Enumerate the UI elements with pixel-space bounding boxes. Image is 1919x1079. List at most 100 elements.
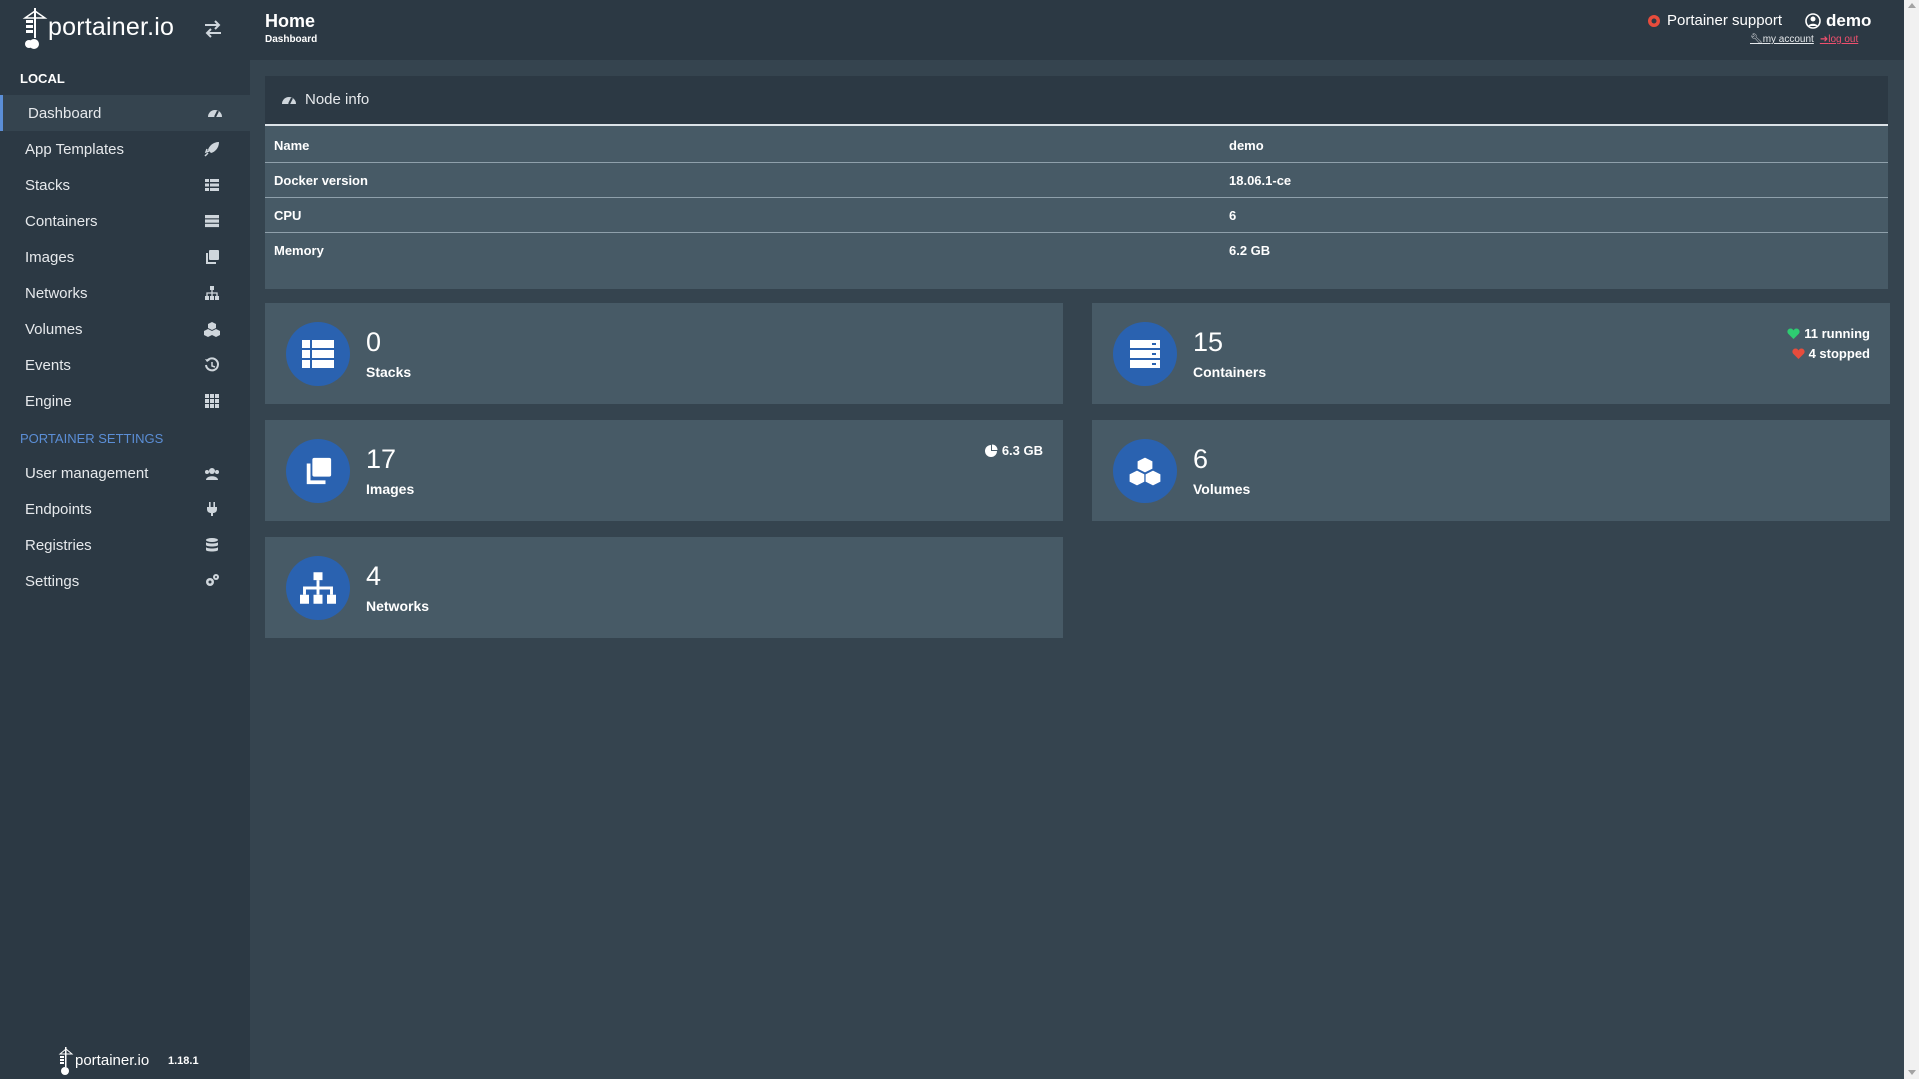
- tile-icon-circle: [1113, 439, 1177, 503]
- th-list-icon: [302, 340, 334, 368]
- log-out-link[interactable]: ➜log out: [1820, 34, 1858, 45]
- exchange-arrows-icon[interactable]: [203, 20, 223, 38]
- user-menu[interactable]: demo: [1805, 11, 1871, 31]
- row-key: CPU: [274, 208, 302, 223]
- top-header: Home Dashboard Portainer support demo 🔧︎…: [250, 0, 1919, 60]
- volumes-tile[interactable]: 6 Volumes: [1092, 420, 1890, 521]
- sidebar-item-label: Containers: [25, 212, 98, 230]
- containers-status: 11 running 4 stopped: [1787, 324, 1870, 364]
- sidebar-item-label: Engine: [25, 392, 72, 410]
- username: demo: [1826, 11, 1872, 30]
- th-icon: [205, 394, 219, 408]
- support-icon: [1648, 14, 1660, 27]
- cubes-icon: [204, 322, 220, 337]
- images-size-value: 6.3 GB: [1001, 443, 1043, 458]
- tile-icon-circle: [286, 322, 350, 386]
- scroll-up-arrow-icon[interactable]: [1908, 3, 1916, 8]
- sidebar-item-engine[interactable]: Engine: [0, 383, 250, 419]
- sidebar-item-containers[interactable]: Containers: [0, 203, 250, 239]
- tile-icon-circle: [286, 556, 350, 620]
- table-row: Name demo: [265, 128, 1888, 163]
- images-count: 17: [366, 444, 397, 474]
- node-info-header: Node info: [265, 76, 1888, 126]
- tachometer-icon: [208, 110, 222, 118]
- stopped-count: 4 stopped: [1808, 346, 1870, 361]
- images-tile[interactable]: 17 Images 6.3 GB: [265, 420, 1063, 521]
- table-row: CPU 6: [265, 198, 1888, 233]
- sidebar-item-stacks[interactable]: Stacks: [0, 167, 250, 203]
- networks-tile[interactable]: 4 Networks: [265, 537, 1063, 638]
- heart-broken-icon: [1791, 348, 1805, 359]
- row-value: 6: [1229, 208, 1237, 223]
- sidebar-item-images[interactable]: Images: [0, 239, 250, 275]
- clone-icon: [206, 250, 219, 264]
- sitemap-icon: [300, 572, 336, 604]
- stacks-tile[interactable]: 0 Stacks: [265, 303, 1063, 404]
- sidebar-item-networks[interactable]: Networks: [0, 275, 250, 311]
- row-key: Memory: [274, 243, 324, 258]
- section-local-title: LOCAL: [20, 71, 65, 86]
- my-account-link[interactable]: 🔧︎my account: [1750, 34, 1814, 45]
- th-list-icon: [205, 179, 219, 191]
- vertical-scrollbar[interactable]: [1904, 0, 1919, 1079]
- sidebar-item-label: User management: [25, 464, 149, 482]
- cogs-icon: [206, 574, 219, 586]
- tile-icon-circle: [286, 439, 350, 503]
- networks-label: Networks: [366, 598, 430, 614]
- table-row: Memory 6.2 GB: [265, 233, 1888, 268]
- log-out-label: log out: [1828, 34, 1859, 45]
- wrench-icon: 🔧︎: [1750, 34, 1763, 45]
- plug-icon: [207, 502, 217, 516]
- database-icon: [206, 538, 218, 552]
- node-info-panel: Node info Name demo Docker version 18.06…: [265, 76, 1888, 289]
- containers-tile[interactable]: 15 Containers 11 running 4 stopped: [1092, 303, 1890, 404]
- scroll-down-arrow-icon[interactable]: [1908, 1070, 1916, 1075]
- clone-icon: [306, 457, 332, 485]
- row-value: 6.2 GB: [1229, 243, 1271, 258]
- stacks-label: Stacks: [366, 364, 412, 380]
- sidebar-item-label: Endpoints: [25, 500, 92, 518]
- sidebar-item-label: Settings: [25, 572, 80, 590]
- images-label: Images: [366, 481, 415, 497]
- sidebar-item-dashboard[interactable]: Dashboard: [0, 95, 250, 131]
- networks-count: 4: [366, 561, 382, 591]
- my-account-label: my account: [1762, 34, 1814, 45]
- sidebar-item-label: Dashboard: [28, 104, 102, 122]
- brand-name: portainer.io: [48, 13, 175, 41]
- sidebar-item-label: Volumes: [25, 320, 83, 338]
- sidebar-item-label: Events: [25, 356, 71, 374]
- sidebar-item-label: Images: [25, 248, 75, 266]
- tachometer-icon: [282, 97, 296, 105]
- sidebar: portainer.io LOCAL Dashboard App Templat…: [0, 0, 250, 1079]
- server-icon: [205, 215, 219, 228]
- row-key: Docker version: [274, 173, 368, 188]
- support-label: Portainer support: [1667, 12, 1783, 29]
- footer-version: 1.18.1: [168, 1055, 199, 1067]
- sidebar-item-endpoints[interactable]: Endpoints: [0, 491, 250, 527]
- user-circle-icon: [1805, 13, 1821, 29]
- portainer-support-link[interactable]: Portainer support: [1647, 12, 1782, 29]
- row-value: 18.06.1-ce: [1229, 173, 1292, 188]
- sidebar-item-volumes[interactable]: Volumes: [0, 311, 250, 347]
- sidebar-item-user-management[interactable]: User management: [0, 455, 250, 491]
- sidebar-item-app-templates[interactable]: App Templates: [0, 131, 250, 167]
- account-links: 🔧︎my account ➜log out: [1750, 34, 1858, 45]
- sidebar-item-label: App Templates: [25, 140, 124, 158]
- table-row: Docker version 18.06.1-ce: [265, 163, 1888, 198]
- images-size: 6.3 GB: [984, 441, 1043, 461]
- heart-icon: [1787, 328, 1800, 339]
- containers-count: 15: [1193, 327, 1224, 357]
- sidebar-item-registries[interactable]: Registries: [0, 527, 250, 563]
- tile-icon-circle: [1113, 322, 1177, 386]
- cubes-icon: [1129, 456, 1161, 486]
- portainer-crane-icon: [58, 1047, 74, 1075]
- sign-out-icon: ➜: [1819, 34, 1829, 45]
- footer-brand: portainer.io 1.18.1: [58, 1046, 218, 1076]
- running-status: 11 running: [1787, 324, 1870, 344]
- users-icon: [205, 468, 219, 480]
- sidebar-item-settings[interactable]: Settings: [0, 563, 250, 599]
- row-value: demo: [1229, 138, 1264, 153]
- sidebar-item-events[interactable]: Events: [0, 347, 250, 383]
- running-count: 11 running: [1804, 326, 1870, 341]
- sidebar-item-label: Stacks: [25, 176, 71, 194]
